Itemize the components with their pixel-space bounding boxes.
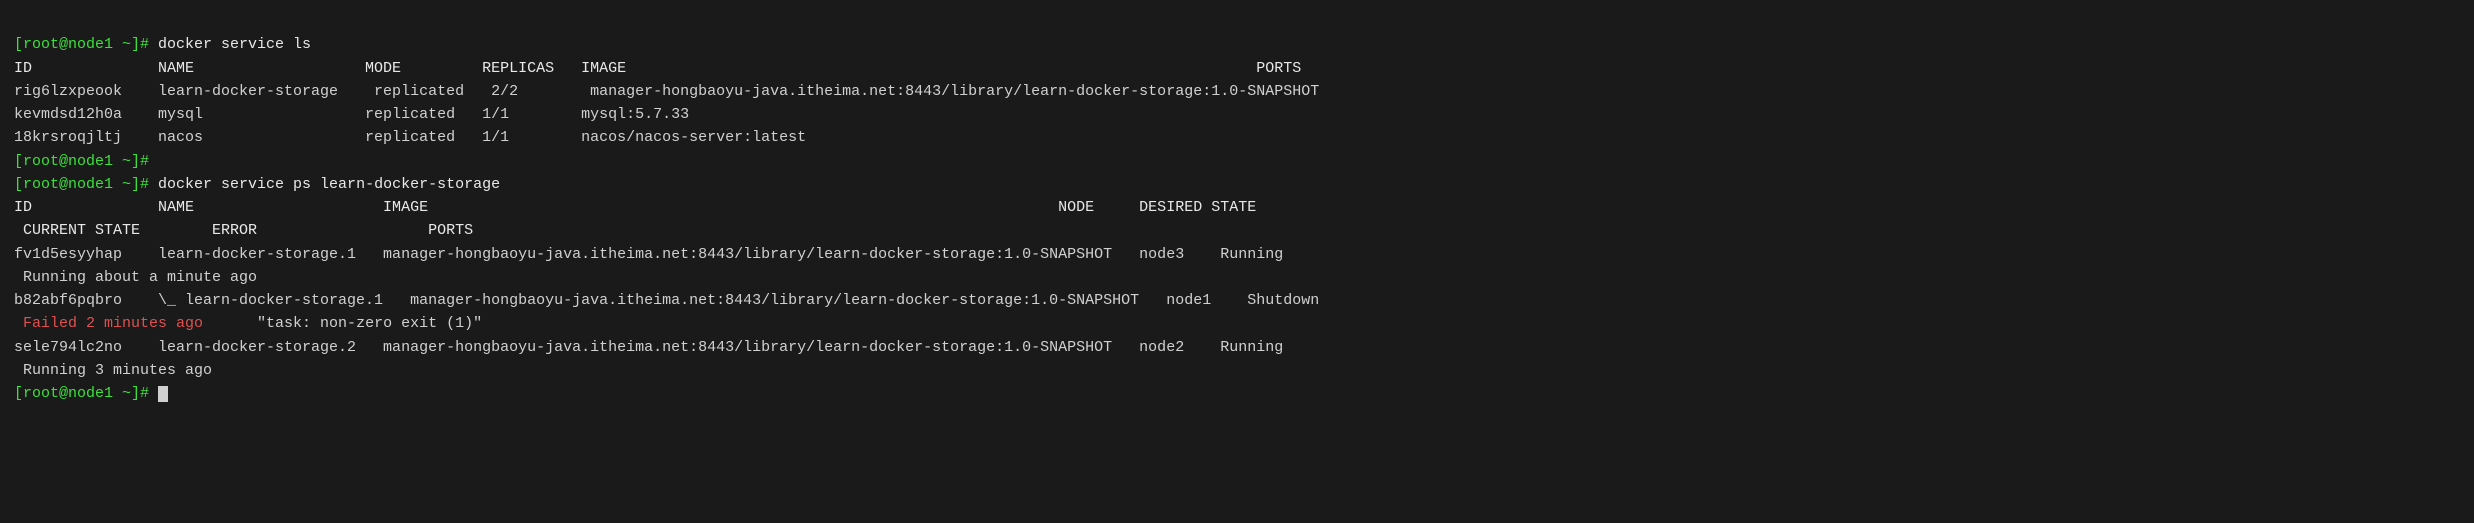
ps-row-3a: sele794lc2no learn-docker-storage.2 mana… (14, 339, 1283, 356)
cmd-1: docker service ls (158, 36, 311, 53)
ps-row-1b: Running about a minute ago (14, 269, 257, 286)
ps-row-3b: Running 3 minutes ago (14, 362, 212, 379)
row-2: kevmdsd12h0a mysql replicated 1/1 mysql:… (14, 106, 689, 123)
header-ls: ID NAME MODE REPLICAS IMAGE PORTS (14, 60, 1301, 77)
ps-row-2b: Failed 2 minutes ago (14, 315, 257, 332)
ps-row-2a: b82abf6pqbro \_ learn-docker-storage.1 m… (14, 292, 1319, 309)
prompt-1: [root@node1 ~]# (14, 36, 158, 53)
prompt-2: [root@node1 ~]# (14, 153, 158, 170)
row-3: 18krsroqjltj nacos replicated 1/1 nacos/… (14, 129, 806, 146)
prompt-3: [root@node1 ~]# (14, 176, 158, 193)
row-1: rig6lzxpeook learn-docker-storage replic… (14, 83, 1319, 100)
prompt-final: [root@node1 ~]# (14, 385, 158, 402)
cursor (158, 386, 168, 403)
header-ps-2: CURRENT STATE ERROR PORTS (14, 222, 473, 239)
header-ps-1: ID NAME IMAGE NODE DESIRED STATE (14, 199, 1256, 216)
ps-row-1a: fv1d5esyyhap learn-docker-storage.1 mana… (14, 246, 1283, 263)
terminal: [root@node1 ~]# docker service ls ID NAM… (14, 10, 2460, 405)
ps-row-2b-error: "task: non-zero exit (1)" (257, 315, 482, 332)
cmd-2: docker service ps learn-docker-storage (158, 176, 500, 193)
